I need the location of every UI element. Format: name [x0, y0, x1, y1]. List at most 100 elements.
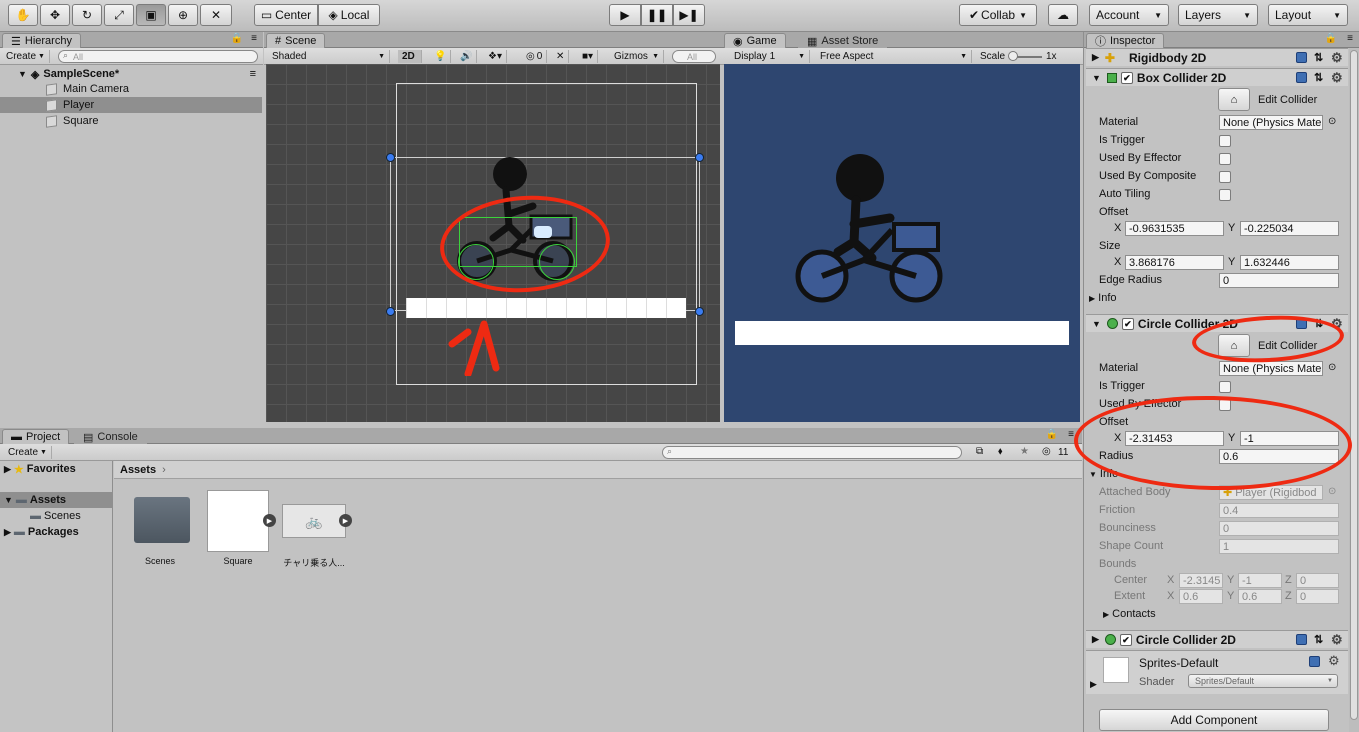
help-book-icon[interactable]	[1296, 634, 1307, 645]
tree-item-assets[interactable]: ▼ ▬ Assets	[0, 492, 113, 508]
rect-handle-tr[interactable]	[695, 153, 704, 162]
tab-asset-store[interactable]: ▦ Asset Store	[798, 33, 888, 48]
box-edge-radius-field[interactable]: 0	[1219, 273, 1339, 288]
lighting-toggle[interactable]: 💡	[430, 50, 452, 63]
box-size-y-field[interactable]: 1.632446	[1240, 255, 1339, 270]
tools-toggle[interactable]: ✕	[552, 50, 570, 63]
custom-tool-icon[interactable]: ✕	[200, 4, 232, 26]
scene-root-row[interactable]: ▼ ◈ SampleScene* ≡	[0, 66, 262, 82]
hidden-packages-icon[interactable]: ◎	[1042, 446, 1051, 457]
layers-dropdown[interactable]: Layers ▼	[1178, 4, 1258, 26]
filter-type-icon[interactable]: ⧉	[976, 446, 983, 457]
preset-icon[interactable]: ⇅	[1314, 51, 1323, 64]
effects-dropdown[interactable]: ❖▾	[484, 50, 507, 63]
preset-icon[interactable]: ⇅	[1314, 71, 1323, 84]
audio-toggle[interactable]: 🔊	[456, 50, 478, 63]
rect-handle-bl[interactable]	[386, 307, 395, 316]
layout-dropdown[interactable]: Layout ▼	[1268, 4, 1348, 26]
collapsed-arrow-icon[interactable]: ▶	[1090, 679, 1097, 690]
hierarchy-item-main-camera[interactable]: Main Camera	[0, 81, 262, 97]
move-tool-icon[interactable]: ✥	[40, 4, 70, 26]
tab-game[interactable]: ◉ Game	[724, 33, 786, 48]
tree-item-packages[interactable]: ▶ ▬ Packages	[0, 524, 113, 540]
box-size-x-field[interactable]: 3.868176	[1125, 255, 1224, 270]
collab-button[interactable]: ✔ Collab ▼	[959, 4, 1037, 26]
box-used-by-composite-checkbox[interactable]	[1219, 171, 1231, 183]
tree-item-favorites[interactable]: ▶ ★ Favorites	[0, 461, 113, 477]
circle-is-trigger-checkbox[interactable]	[1219, 381, 1231, 393]
expand-sprite-icon[interactable]: ▶	[339, 514, 352, 527]
game-canvas[interactable]	[724, 64, 1080, 422]
help-book-icon[interactable]	[1296, 52, 1307, 63]
enabled-checkbox[interactable]: ✔	[1120, 71, 1133, 84]
enabled-checkbox[interactable]: ✔	[1121, 317, 1134, 330]
hand-tool-icon[interactable]: ✋	[8, 4, 38, 26]
box-is-trigger-checkbox[interactable]	[1219, 135, 1231, 147]
lock-icon[interactable]: 🔒	[1325, 33, 1337, 44]
enabled-checkbox[interactable]: ✔	[1119, 633, 1132, 646]
favorite-star-icon[interactable]: ★	[1020, 446, 1029, 457]
pivot-center-button[interactable]: ▭ Center	[254, 4, 318, 26]
aspect-dropdown[interactable]: Free Aspect ▼	[816, 50, 972, 63]
display-dropdown[interactable]: Display 1 ▼	[730, 50, 810, 63]
object-picker-icon[interactable]: ⊙	[1328, 116, 1336, 127]
scene-menu-icon[interactable]: ≡	[250, 68, 256, 80]
contacts-foldout[interactable]: ▶ Contacts	[1103, 608, 1156, 620]
gear-icon[interactable]: ⚙	[1331, 632, 1343, 648]
add-component-button[interactable]: Add Component	[1099, 709, 1329, 731]
gear-icon[interactable]: ⚙	[1328, 653, 1340, 669]
camera-dropdown[interactable]: ■▾	[578, 50, 599, 63]
hierarchy-item-player[interactable]: Player	[0, 97, 262, 113]
tab-console[interactable]: ▤ Console	[74, 429, 147, 444]
box-material-field[interactable]: None (Physics Mate	[1219, 115, 1323, 130]
box-used-by-effector-checkbox[interactable]	[1219, 153, 1231, 165]
tab-inspector[interactable]: ⓘ Inspector	[1086, 33, 1165, 48]
pivot-space-button[interactable]: ◈ Local	[318, 4, 380, 26]
scene-search-input[interactable]: All	[672, 50, 716, 63]
scene-canvas[interactable]	[266, 64, 720, 422]
inspector-scrollbar[interactable]	[1349, 48, 1359, 732]
square-asset-thumbnail[interactable]	[207, 490, 269, 552]
2d-toggle[interactable]: 2D	[398, 50, 422, 63]
object-picker-icon[interactable]: ⊙	[1328, 362, 1336, 373]
chari-asset-thumbnail[interactable]: 🚲	[282, 504, 346, 538]
step-button[interactable]: ▶❚	[673, 4, 705, 26]
folder-asset-icon[interactable]	[134, 497, 190, 543]
circle-material-field[interactable]: None (Physics Mate	[1219, 361, 1323, 376]
play-button[interactable]: ▶	[609, 4, 641, 26]
project-create-button[interactable]: Create ▼	[4, 446, 52, 459]
component-circle-collider2d-second[interactable]: ▶ ✔ Circle Collider 2D ⇅ ⚙	[1086, 630, 1348, 648]
transform-tool-icon[interactable]: ⊕	[168, 4, 198, 26]
shader-dropdown[interactable]: Sprites/Default ▼	[1188, 674, 1338, 688]
box-edit-collider-button[interactable]: ⌂	[1218, 88, 1250, 111]
menu-icon[interactable]: ≡	[251, 33, 257, 44]
box-auto-tiling-checkbox[interactable]	[1219, 189, 1231, 201]
gizmos-dropdown[interactable]: Gizmos ▼	[610, 50, 664, 63]
pause-button[interactable]: ❚❚	[641, 4, 673, 26]
rect-handle-br[interactable]	[695, 307, 704, 316]
project-search-input[interactable]	[662, 446, 962, 459]
rotate-tool-icon[interactable]: ↻	[72, 4, 102, 26]
scrollbar-thumb[interactable]	[1350, 50, 1358, 720]
help-book-icon[interactable]	[1309, 656, 1320, 667]
cloud-button[interactable]: ☁	[1048, 4, 1078, 26]
breadcrumb-assets[interactable]: Assets	[120, 464, 156, 476]
account-dropdown[interactable]: Account ▼	[1089, 4, 1169, 26]
shading-dropdown[interactable]: Shaded ▼	[268, 50, 390, 63]
component-box-collider2d[interactable]: ▼ ✔ Box Collider 2D ⇅ ⚙	[1086, 68, 1348, 86]
scale-slider-thumb[interactable]	[1008, 51, 1018, 61]
hierarchy-item-square[interactable]: Square	[0, 113, 262, 129]
tab-scene[interactable]: # Scene	[266, 33, 326, 48]
gear-icon[interactable]: ⚙	[1331, 70, 1343, 86]
box-offset-y-field[interactable]: -0.225034	[1240, 221, 1339, 236]
gear-icon[interactable]: ⚙	[1331, 50, 1343, 66]
hidden-objects-toggle[interactable]: ◎ 0	[522, 50, 548, 63]
lock-icon[interactable]: 🔒	[231, 33, 243, 44]
component-rigidbody2d[interactable]: ▶ ✚ Rigidbody 2D ⇅ ⚙	[1086, 48, 1348, 66]
tree-item-scenes[interactable]: ▬ Scenes	[0, 508, 113, 524]
hierarchy-search-input[interactable]: All	[58, 50, 258, 63]
scale-tool-icon[interactable]: ⤢	[104, 4, 134, 26]
lock-icon[interactable]: 🔒	[1046, 429, 1058, 440]
rect-tool-icon[interactable]: ▣	[136, 4, 166, 26]
box-offset-x-field[interactable]: -0.9631535	[1125, 221, 1224, 236]
